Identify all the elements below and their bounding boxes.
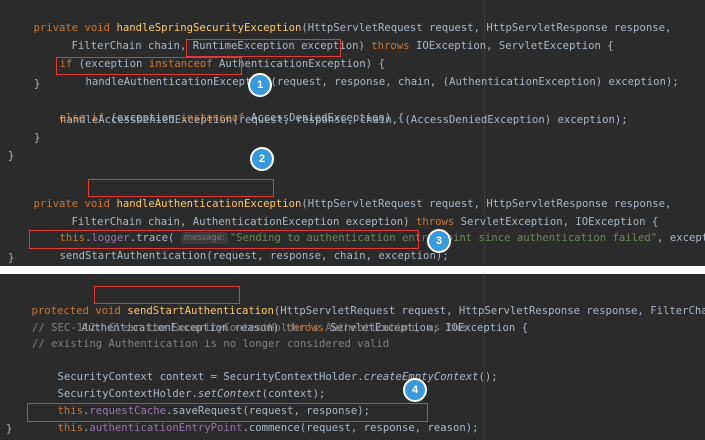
code-line: FilterChain chain, RuntimeException exce… bbox=[71, 40, 614, 52]
code-line: AuthenticationException reason) throws S… bbox=[81, 322, 529, 334]
step-badge-2: 2 bbox=[250, 147, 274, 171]
code-line: SecurityContext context = SecurityContex… bbox=[57, 371, 498, 383]
step-badge-3: 3 bbox=[427, 229, 451, 253]
code-line: SecurityContextHolder.setContext(context… bbox=[57, 388, 326, 400]
code-line: sendStartAuthentication(request, respons… bbox=[34, 232, 449, 262]
code-line: this.requestCache.saveRequest(request, r… bbox=[57, 405, 371, 417]
code-line: this.authenticationEntryPoint.commence(r… bbox=[57, 422, 479, 434]
code-line: protected void sendStartAuthentication(H… bbox=[31, 305, 705, 317]
code-comment: // existing Authentication is no longer … bbox=[32, 338, 390, 350]
code-line: handleAuthenticationException(request, r… bbox=[85, 76, 679, 88]
call-send-start-authentication: sendStartAuthentication(request, respons… bbox=[59, 250, 449, 262]
code-line: private void handleAuthenticationExcepti… bbox=[33, 198, 672, 210]
call-handle-authentication-exception: handleAuthenticationException bbox=[85, 76, 271, 88]
code-line: else if (exception instanceof AccessDeni… bbox=[59, 112, 404, 124]
code-panel-bottom: protected void sendStartAuthentication(H… bbox=[0, 274, 705, 440]
code-line: FilterChain chain, AuthenticationExcepti… bbox=[71, 216, 659, 228]
code-line: } bbox=[8, 252, 15, 264]
code-line: this.logger.trace( message: "Sending to a… bbox=[59, 232, 705, 244]
step-badge-1: 1 bbox=[248, 73, 272, 97]
code-comment: // SEC-112: Clear the SecurityContextHol… bbox=[32, 322, 466, 334]
code-line: } bbox=[6, 423, 13, 435]
code-line: if (exception instanceof AuthenticationE… bbox=[59, 58, 385, 70]
code-line: } bbox=[34, 132, 41, 144]
step-badge-4: 4 bbox=[403, 378, 427, 402]
code-line: } bbox=[34, 78, 41, 90]
code-line: private void handleSpringSecurityExcepti… bbox=[33, 22, 672, 34]
code-line: } bbox=[8, 150, 15, 162]
code-panel-top: private void handleSpringSecurityExcepti… bbox=[0, 0, 705, 266]
code-line: handleAccessDeniedException(request, res… bbox=[60, 114, 628, 126]
